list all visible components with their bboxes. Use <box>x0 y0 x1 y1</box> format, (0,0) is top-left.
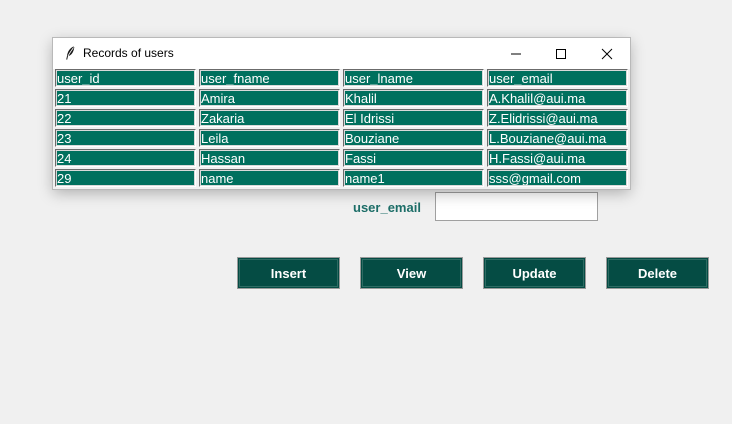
update-button[interactable]: Update <box>483 257 586 289</box>
user-email-label: user_email <box>353 200 421 215</box>
table-cell[interactable]: name1 <box>343 169 484 187</box>
window-title: Records of users <box>83 46 174 60</box>
table-cell[interactable]: Fassi <box>343 149 484 167</box>
table-cell[interactable]: 22 <box>55 109 196 127</box>
minimize-icon <box>511 53 521 54</box>
table-cell[interactable]: 23 <box>55 129 196 147</box>
insert-button[interactable]: Insert <box>237 257 340 289</box>
table-cell[interactable]: L.Bouziane@aui.ma <box>487 129 628 147</box>
table-cell[interactable]: Khalil <box>343 89 484 107</box>
table-cell[interactable]: Bouziane <box>343 129 484 147</box>
maximize-icon <box>556 48 566 59</box>
table-cell[interactable]: sss@gmail.com <box>487 169 628 187</box>
minimize-button[interactable] <box>493 38 539 69</box>
table-cell[interactable]: Zakaria <box>199 109 340 127</box>
user-email-input[interactable] <box>435 192 598 221</box>
delete-button[interactable]: Delete <box>606 257 709 289</box>
table-cell[interactable]: Amira <box>199 89 340 107</box>
table-row: 23 Leila Bouziane L.Bouziane@aui.ma <box>54 129 629 149</box>
table-cell[interactable]: H.Fassi@aui.ma <box>487 149 628 167</box>
close-icon <box>601 48 613 59</box>
table-cell[interactable]: 29 <box>55 169 196 187</box>
table-cell[interactable]: 24 <box>55 149 196 167</box>
table-cell[interactable]: Z.Elidrissi@aui.ma <box>487 109 628 127</box>
main-window: user_email Insert View Update Delete Rec… <box>0 0 732 424</box>
feather-icon <box>62 45 78 61</box>
title-bar[interactable]: Records of users <box>53 38 630 69</box>
close-button[interactable] <box>584 38 630 69</box>
table-cell[interactable]: El Idrissi <box>343 109 484 127</box>
maximize-button[interactable] <box>538 38 584 69</box>
table-cell[interactable]: 21 <box>55 89 196 107</box>
table-cell[interactable]: name <box>199 169 340 187</box>
records-window: Records of users user_id user_fname user… <box>53 38 630 189</box>
table-row: 22 Zakaria El Idrissi Z.Elidrissi@aui.ma <box>54 109 629 129</box>
table-cell[interactable]: A.Khalil@aui.ma <box>487 89 628 107</box>
header-cell-user-lname[interactable]: user_lname <box>343 69 484 87</box>
header-cell-user-fname[interactable]: user_fname <box>199 69 340 87</box>
header-cell-user-email[interactable]: user_email <box>487 69 628 87</box>
records-table: user_id user_fname user_lname user_email… <box>54 69 629 189</box>
table-header-row: user_id user_fname user_lname user_email <box>54 69 629 89</box>
view-button[interactable]: View <box>360 257 463 289</box>
table-cell[interactable]: Hassan <box>199 149 340 167</box>
table-row: 29 name name1 sss@gmail.com <box>54 169 629 189</box>
table-cell[interactable]: Leila <box>199 129 340 147</box>
header-cell-user-id[interactable]: user_id <box>55 69 196 87</box>
table-row: 24 Hassan Fassi H.Fassi@aui.ma <box>54 149 629 169</box>
table-row: 21 Amira Khalil A.Khalil@aui.ma <box>54 89 629 109</box>
